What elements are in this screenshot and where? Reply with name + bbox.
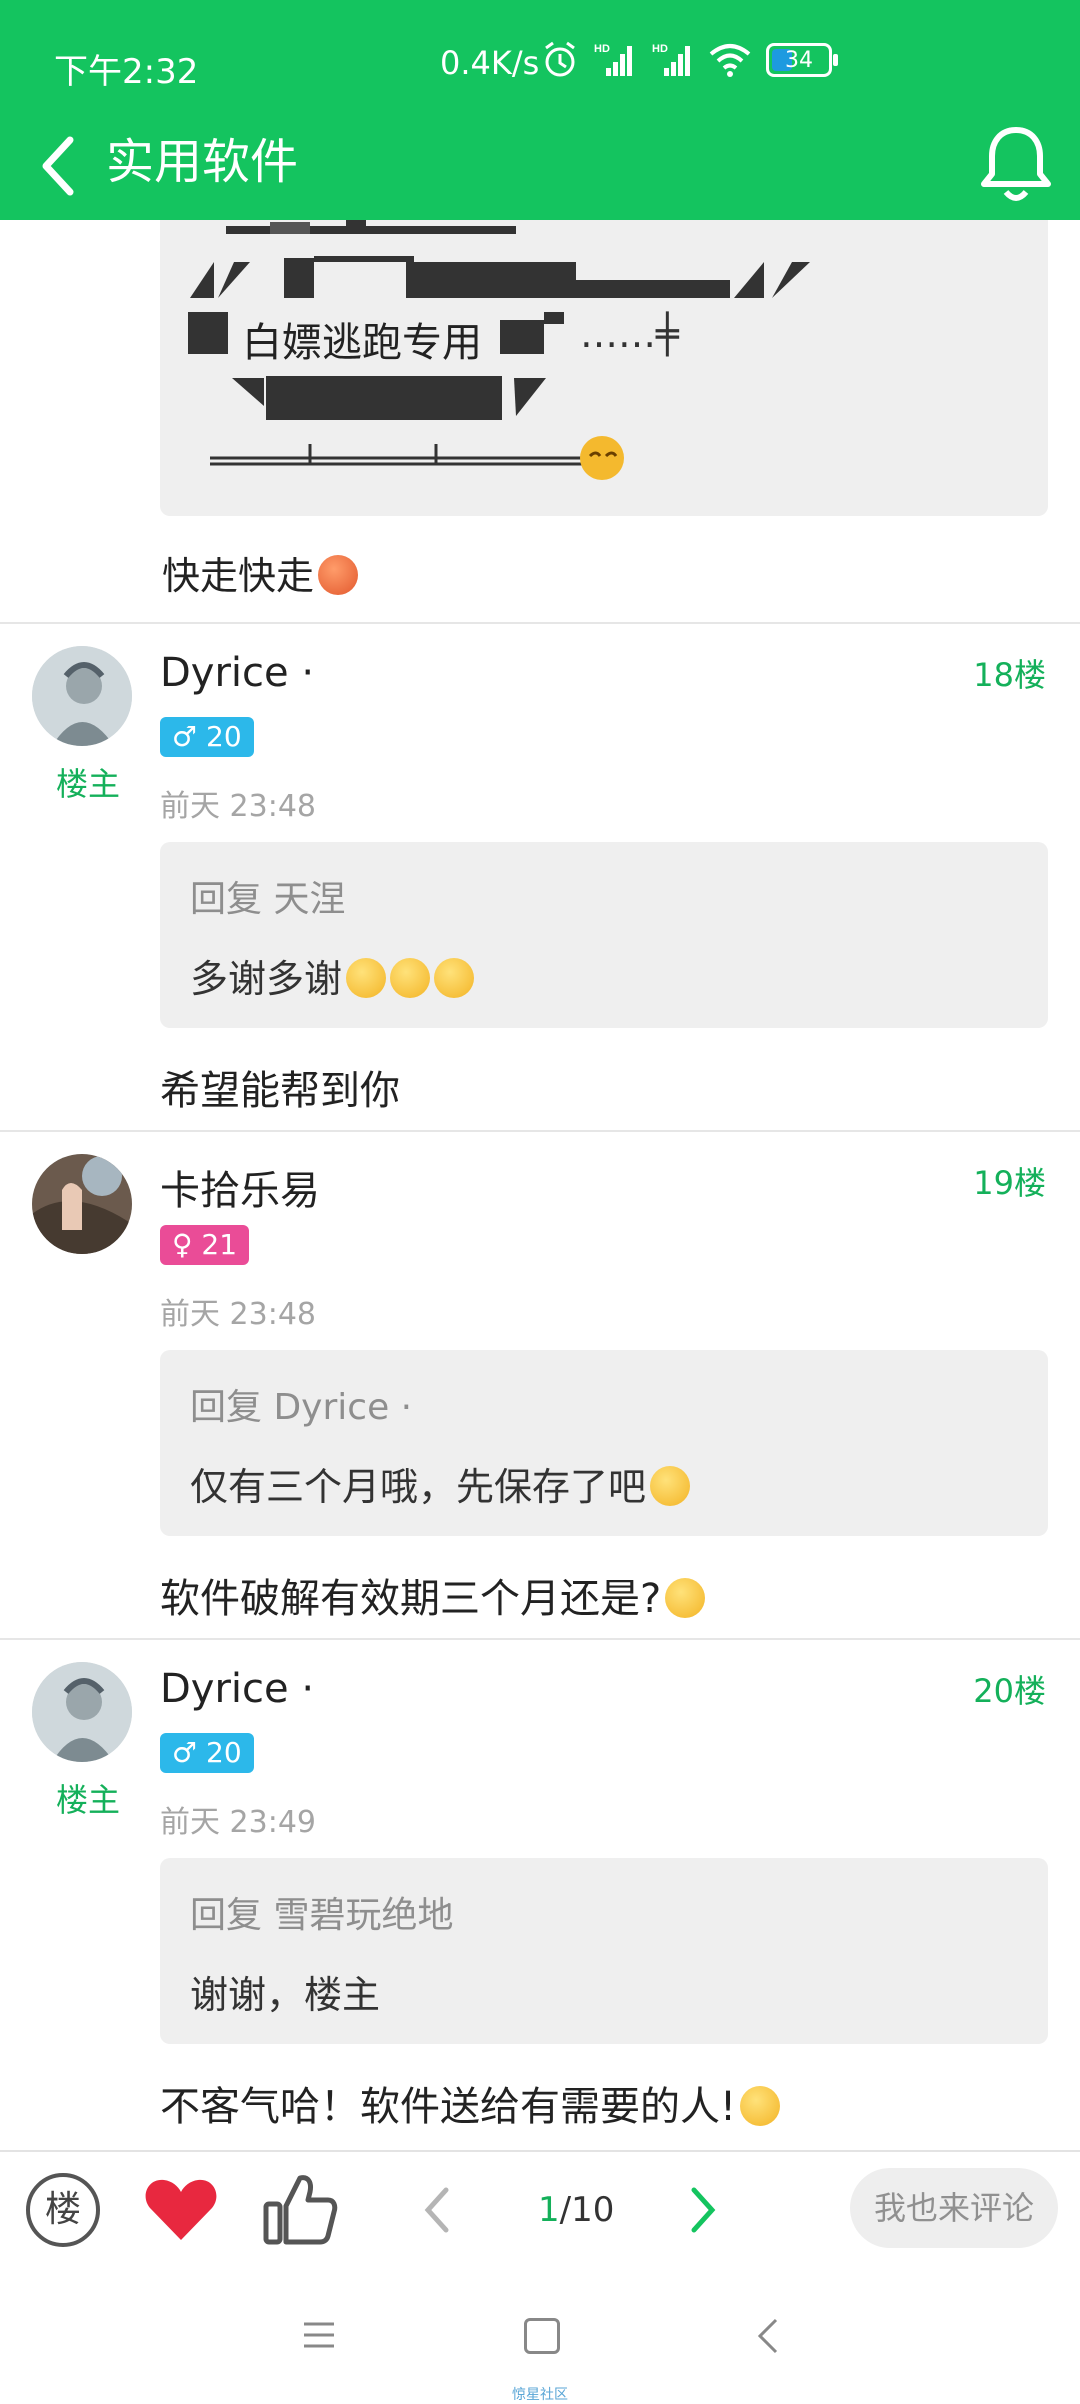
grin-emoji-icon (346, 958, 387, 998)
male-icon: ♂ (172, 720, 198, 753)
status-time: 下午2:32 (54, 52, 199, 92)
smile-emoji-icon (650, 1466, 691, 1506)
quote-box[interactable]: 回复 雪碧玩绝地 谢谢，楼主 (160, 1858, 1048, 2044)
floor-number: 20楼 (973, 1672, 1046, 1710)
quote-header: 回复 天涅 (190, 879, 346, 920)
quote-header: 回复 雪碧玩绝地 (190, 1895, 454, 1936)
post-time: 前天 23:49 (160, 1805, 316, 1840)
quote-body-text: 多谢多谢 (190, 957, 343, 1001)
post-time: 前天 23:48 (160, 1297, 316, 1332)
wifi-icon (709, 44, 751, 77)
post-body: 快走快走 (162, 545, 359, 600)
signal-2-icon: HD (652, 43, 690, 76)
grin-emoji-icon (434, 958, 475, 998)
post-body-text: 软件破解有效期三个月还是? (160, 1576, 662, 1622)
comment-input-button[interactable]: 我也来评论 (850, 2168, 1058, 2248)
quote-body: 多谢多谢 (190, 948, 475, 1003)
page-title: 实用软件 (106, 134, 299, 190)
status-icons-row: HD HD 34 (542, 40, 838, 80)
post-body: 希望能帮到你 (160, 1068, 400, 1114)
username[interactable]: 卡拾乐易 (160, 1158, 320, 1216)
comment-item[interactable]: 卡拾乐易 19楼 ♀ 21 前天 23:48 回复 Dyrice · 仅有三个月… (0, 1132, 1080, 1638)
network-speed: 0.4K/s (440, 44, 540, 82)
page-total: /10 (559, 2190, 615, 2230)
avatar[interactable] (32, 1154, 132, 1254)
floor-number: 18楼 (973, 656, 1046, 694)
quote-box[interactable]: 回复 天涅 多谢多谢 (160, 842, 1048, 1028)
page-indicator: 1/10 (538, 2190, 614, 2230)
ascii-art-tail: ……╪ (580, 312, 679, 356)
prev-quote-box: 白嫖逃跑专用 ……╪ (160, 220, 1048, 516)
gender-age-badge: ♂ 20 (160, 717, 254, 757)
thinking-emoji-icon (665, 1578, 706, 1618)
back-arrow-icon[interactable] (30, 126, 90, 206)
home-icon[interactable] (524, 2318, 560, 2354)
thumbs-up-icon[interactable] (262, 2172, 338, 2246)
age-value: 21 (201, 1228, 238, 1261)
grin-emoji-icon (390, 958, 431, 998)
system-nav-bar: 惊星社区 (0, 2270, 1080, 2403)
owner-label: 楼主 (56, 765, 121, 803)
gender-age-badge: ♂ 20 (160, 1733, 254, 1773)
post-time: 前天 23:48 (160, 789, 316, 824)
navbar: 实用软件 (0, 120, 1080, 220)
svg-text:HD: HD (594, 43, 610, 55)
bottom-action-bar: 楼 1/10 我也来评论 (0, 2150, 1080, 2272)
battery-level: 34 (785, 47, 813, 73)
laugh-emoji-icon (740, 2086, 781, 2126)
floor-jump-button[interactable]: 楼 (26, 2173, 100, 2247)
username[interactable]: Dyrice · (160, 650, 314, 696)
gender-age-badge: ♀ 21 (160, 1225, 250, 1265)
age-value: 20 (206, 720, 242, 753)
signal-1-icon: HD (594, 43, 632, 76)
back-icon[interactable] (756, 2316, 780, 2356)
floor-number: 19楼 (973, 1164, 1046, 1202)
comment-item[interactable]: 楼主 Dyrice · 20楼 ♂ 20 前天 23:49 回复 雪碧玩绝地 谢… (0, 1640, 1080, 2146)
alarm-icon (545, 41, 575, 77)
menu-icon[interactable] (302, 2320, 336, 2350)
post-body-text: 快走快走 (162, 554, 315, 598)
page-current: 1 (538, 2190, 560, 2230)
heart-icon[interactable] (144, 2176, 218, 2242)
comment-item[interactable]: 楼主 Dyrice · 18楼 ♂ 20 前天 23:48 回复 天涅 多谢多谢… (0, 624, 1080, 1130)
brand-watermark: 惊星社区 (512, 2387, 568, 2403)
status-bar: 下午2:32 0.4K/s HD HD 34 (0, 0, 1080, 120)
female-icon: ♀ (172, 1228, 193, 1261)
ascii-art-text: 白嫖逃跑专用 (242, 320, 482, 366)
username[interactable]: Dyrice · (160, 1666, 314, 1712)
post-body: 不客气哈！软件送给有需要的人! (160, 2074, 781, 2132)
comments-feed[interactable]: 白嫖逃跑专用 ……╪ 快走快走 楼主 Dyrice · 18楼 ♂ 20 前天 … (0, 220, 1080, 2150)
avatar[interactable] (32, 1662, 132, 1762)
quote-box[interactable]: 回复 Dyrice · 仅有三个月哦，先保存了吧 (160, 1350, 1048, 1536)
quote-header: 回复 Dyrice · (190, 1387, 413, 1428)
prev-page-icon[interactable] (418, 2182, 458, 2238)
male-icon: ♂ (172, 1736, 198, 1769)
quote-body: 谢谢，楼主 (190, 1973, 381, 2017)
app-header: 下午2:32 0.4K/s HD HD 34 实用软件 (0, 0, 1080, 220)
ascii-art (188, 220, 810, 480)
svg-text:HD: HD (652, 43, 668, 55)
post-body: 软件破解有效期三个月还是? (160, 1566, 706, 1624)
avatar[interactable] (32, 646, 132, 746)
battery-icon: 34 (766, 43, 838, 77)
age-value: 20 (206, 1736, 242, 1769)
quote-body: 仅有三个月哦，先保存了吧 (190, 1456, 691, 1511)
next-page-icon[interactable] (682, 2182, 722, 2238)
bell-icon[interactable] (978, 120, 1054, 206)
quote-body-text: 仅有三个月哦，先保存了吧 (190, 1465, 647, 1509)
owner-label: 楼主 (56, 1781, 121, 1819)
post-body-text: 不客气哈！软件送给有需要的人! (160, 2084, 737, 2130)
angry-emoji-icon (318, 555, 359, 595)
